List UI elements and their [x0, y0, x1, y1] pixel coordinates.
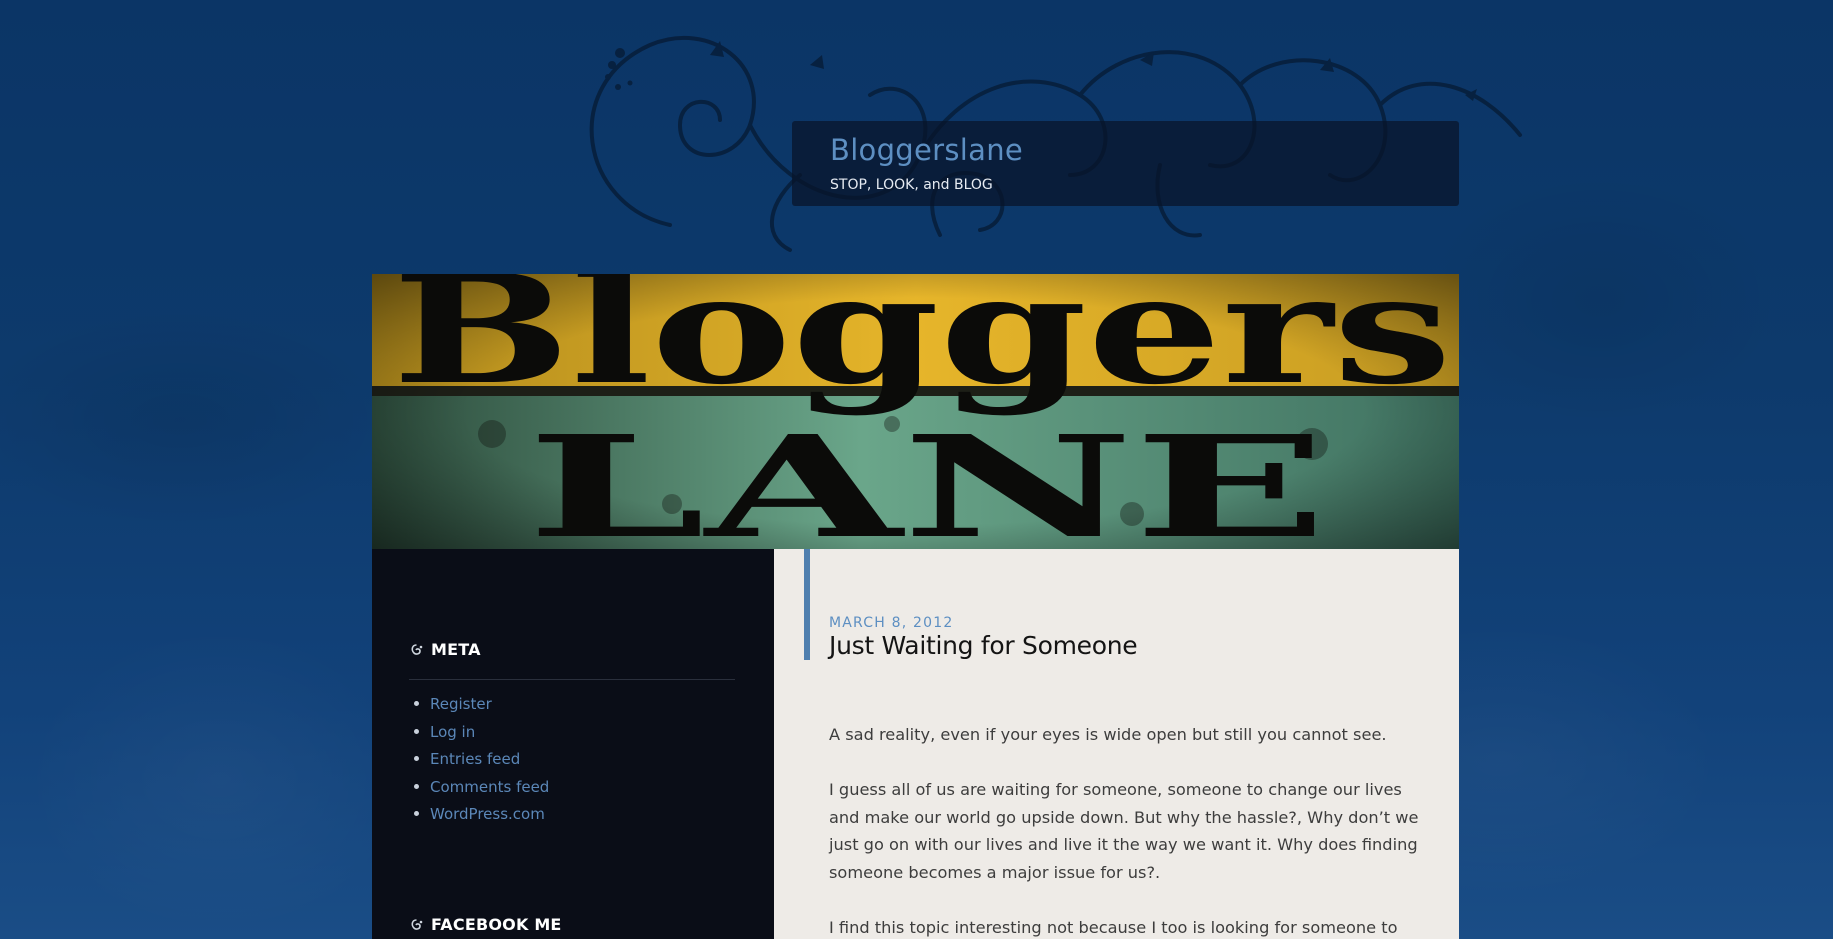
list-item: Log in	[413, 723, 549, 751]
log-in-link[interactable]: Log in	[430, 723, 475, 741]
post-date[interactable]: MARCH 8, 2012	[829, 615, 953, 631]
facebook-widget-title: FACEBOOK ME	[431, 915, 562, 934]
list-item: Comments feed	[413, 778, 549, 806]
sidebar: META Register Log in Entries feed Commen…	[372, 549, 774, 939]
entries-feed-link[interactable]: Entries feed	[430, 750, 520, 768]
swirl-bullet-icon	[411, 644, 423, 655]
post-paragraph: I find this topic interesting not becaus…	[829, 917, 1398, 937]
list-item: WordPress.com	[413, 805, 549, 833]
site-header: Bloggerslane STOP, LOOK, and BLOG	[792, 121, 1459, 206]
banner-lettering: Bloggers LANE	[392, 274, 1452, 549]
post-body: A sad reality, even if your eyes is wide…	[829, 721, 1419, 939]
list-item: Entries feed	[413, 750, 549, 778]
post-title[interactable]: Just Waiting for Someone	[829, 631, 1138, 660]
post-content: MARCH 8, 2012 Just Waiting for Someone A…	[774, 549, 1459, 939]
wordpress-com-link[interactable]: WordPress.com	[430, 805, 545, 823]
meta-links-list: Register Log in Entries feed Comments fe…	[413, 695, 549, 833]
site-tagline: STOP, LOOK, and BLOG	[830, 177, 993, 193]
header-banner-image[interactable]: Bloggers LANE	[372, 274, 1459, 549]
banner-bottom-word: LANE	[527, 406, 1327, 549]
banner-top-word: Bloggers	[392, 274, 1452, 418]
post-paragraph: I guess all of us are waiting for someon…	[829, 780, 1419, 882]
widget-divider	[409, 679, 735, 680]
comments-feed-link[interactable]: Comments feed	[430, 778, 549, 796]
post-accent-bar	[804, 549, 810, 660]
site-title[interactable]: Bloggerslane	[830, 133, 1023, 167]
register-link[interactable]: Register	[430, 695, 492, 713]
swirl-bullet-icon	[411, 919, 423, 930]
post-paragraph: A sad reality, even if your eyes is wide…	[829, 725, 1387, 744]
list-item: Register	[413, 695, 549, 723]
meta-widget-title: META	[431, 640, 481, 659]
